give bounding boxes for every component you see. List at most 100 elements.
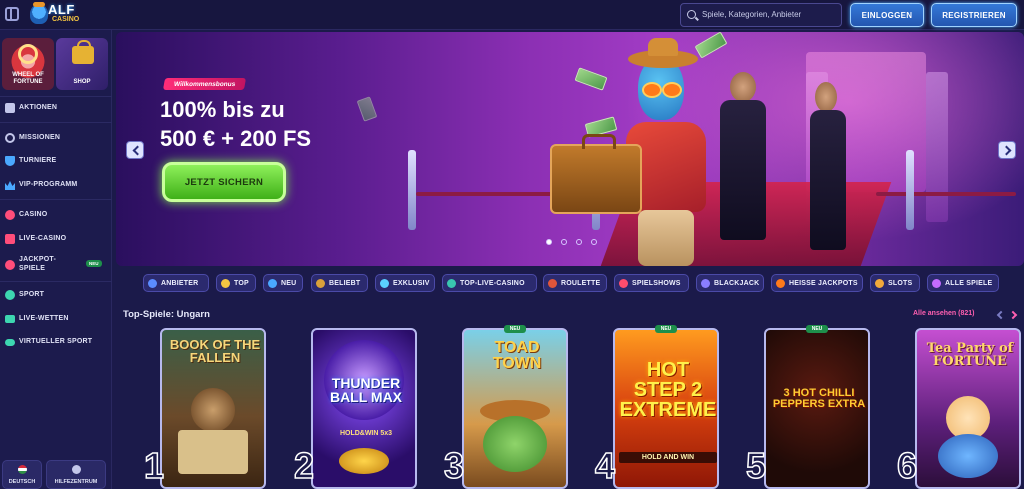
game-show-icon [619, 278, 628, 288]
live-casino-icon [447, 278, 456, 288]
banner-pillar [926, 72, 948, 222]
scroll-left-icon[interactable] [996, 310, 1006, 320]
rank-number: 3 [443, 445, 465, 486]
pagination-dot[interactable] [576, 239, 582, 245]
banner-pagination [546, 239, 606, 247]
sidebar-item-vip-programm[interactable]: VIP-PROGRAMM [0, 175, 112, 197]
sidebar-item-aktionen[interactable]: AKTIONEN [0, 98, 112, 120]
category-blackjack[interactable]: BLACKJACK [696, 274, 764, 292]
sidebar-item-jackpot-spiele[interactable]: JACKPOT-SPIELE NEU [0, 253, 112, 279]
category-top-live-casino[interactable]: TOP-LIVE-CASINO [442, 274, 537, 292]
search-input[interactable]: Spiele, Kategorien, Anbieter [680, 3, 842, 27]
game-title: BOOK OF THE FALLEN [169, 337, 261, 365]
category-label: EXKLUSIV [393, 279, 430, 287]
shopping-basket-icon [72, 40, 94, 64]
pagination-dot[interactable] [546, 239, 552, 245]
pagination-dot[interactable] [591, 239, 597, 245]
category-neu[interactable]: NEU [263, 274, 303, 292]
agent-body [720, 100, 766, 240]
new-badge: NEU [655, 325, 677, 333]
banner-next-button[interactable] [998, 141, 1016, 159]
category-top[interactable]: TOP [216, 274, 256, 292]
help-center-button[interactable]: HILFEZENTRUM [46, 460, 106, 489]
logo[interactable]: ALF CASINO [30, 2, 90, 28]
sunglasses-icon [642, 82, 682, 98]
register-button[interactable]: REGISTRIEREN [931, 3, 1017, 27]
pagination-dot[interactable] [561, 239, 567, 245]
cowboy-art [191, 388, 235, 432]
rope-post [408, 150, 416, 230]
flag-icon [17, 465, 27, 474]
bonus-tag: Willkommensbonus [162, 78, 247, 90]
game-title: TOAD TOWN [492, 339, 542, 372]
wheel-icon [18, 44, 38, 64]
slot-machine-icon [875, 278, 884, 288]
sidebar-item-sport[interactable]: SPORT [0, 285, 112, 307]
sidebar-item-label: VIRTUELLER SPORT [19, 338, 93, 345]
all-games-icon [932, 278, 941, 288]
sidebar-item-missionen[interactable]: MISSIONEN [0, 128, 112, 150]
claim-bonus-button[interactable]: JETZT SICHERN [162, 162, 286, 202]
divider [0, 122, 112, 123]
alien-shorts [638, 210, 694, 266]
divider [0, 281, 112, 282]
sidebar-item-turniere[interactable]: TURNIERE [0, 151, 112, 173]
sidebar: WHEEL OF FORTUNE SHOP AKTIONEN MISSIONEN… [0, 30, 112, 489]
category-roulette[interactable]: ROULETTE [543, 274, 607, 292]
shop-tile[interactable]: SHOP [56, 38, 108, 90]
game-card[interactable]: Tea Party of FORTUNE [915, 328, 1021, 489]
category-spielshows[interactable]: SPIELSHOWS [614, 274, 689, 292]
category-heisse-jackpots[interactable]: HEISSE JACKPOTS [771, 274, 863, 292]
roulette-icon [548, 278, 557, 288]
wheel-of-fortune-tile[interactable]: WHEEL OF FORTUNE [2, 38, 54, 90]
category-label: ALLE SPIELE [945, 279, 993, 287]
rank-number: 2 [293, 445, 315, 486]
promo-banner[interactable]: Willkommensbonus 100% bis zu 500 € + 200… [116, 32, 1024, 266]
category-alle-spiele[interactable]: ALLE SPIELE [927, 274, 999, 292]
language-selector[interactable]: DEUTSCH [2, 460, 42, 489]
game-card[interactable]: TOAD TOWN [462, 328, 568, 489]
category-label: TOP-LIVE-CASINO [460, 279, 525, 287]
game-title: THUNDER BALL MAX [329, 375, 403, 405]
ball-icon [5, 290, 15, 300]
diamond-icon [380, 278, 389, 288]
rank-number: 5 [745, 445, 767, 486]
sidebar-item-virtueller-sport[interactable]: VIRTUELLER SPORT [0, 332, 112, 354]
section-title: Top-Spiele: Ungarn [123, 309, 210, 320]
game-subtitle: HOLD&WIN 5x3 [339, 430, 393, 437]
category-label: SPIELSHOWS [632, 279, 681, 287]
game-title: 3 HOT CHILLI PEPPERS EXTRA [772, 387, 866, 410]
crown-icon [5, 181, 15, 190]
game-card[interactable]: 3 HOT CHILLI PEPPERS EXTRA [764, 328, 870, 489]
sidebar-item-label: MISSIONEN [19, 134, 61, 141]
category-label: ANBIETER [161, 279, 199, 287]
sidebar-toggle-icon[interactable] [5, 7, 19, 21]
logo-text: ALF [48, 2, 75, 17]
sidebar-item-label: AKTIONEN [19, 104, 58, 111]
sidebar-item-casino[interactable]: CASINO [0, 205, 112, 227]
live-cards-icon [5, 234, 15, 244]
sidebar-item-live-wetten[interactable]: LIVE-WETTEN [0, 309, 112, 331]
category-label: ROULETTE [561, 279, 601, 287]
category-exklusiv[interactable]: EXKLUSIV [375, 274, 435, 292]
divider [0, 96, 112, 97]
sidebar-item-label: LIVE-WETTEN [19, 315, 69, 322]
scroll-right-icon[interactable] [1008, 310, 1018, 320]
banner-prev-button[interactable] [126, 141, 144, 159]
game-card[interactable]: BOOK OF THE FALLEN [160, 328, 266, 489]
search-icon [687, 10, 696, 19]
sidebar-item-live-casino[interactable]: LIVE-CASINO [0, 229, 112, 251]
game-card[interactable]: THUNDER BALL MAX HOLD&WIN 5x3 [311, 328, 417, 489]
see-all-link[interactable]: Alle ansehen (821) [913, 310, 974, 317]
category-label: TOP [234, 279, 249, 287]
sidebar-item-label: TURNIERE [19, 157, 57, 164]
category-slots[interactable]: SLOTS [870, 274, 920, 292]
agent-head [730, 72, 756, 102]
game-card[interactable]: HOT STEP 2 EXTREME HOLD AND WIN [613, 328, 719, 489]
divider [0, 199, 112, 200]
category-beliebt[interactable]: BELIEBT [311, 274, 368, 292]
login-button[interactable]: EINLOGGEN [850, 3, 924, 27]
category-anbieter[interactable]: ANBIETER [143, 274, 209, 292]
straw-hat-icon [628, 38, 698, 68]
sidebar-item-label: CASINO [19, 211, 48, 218]
